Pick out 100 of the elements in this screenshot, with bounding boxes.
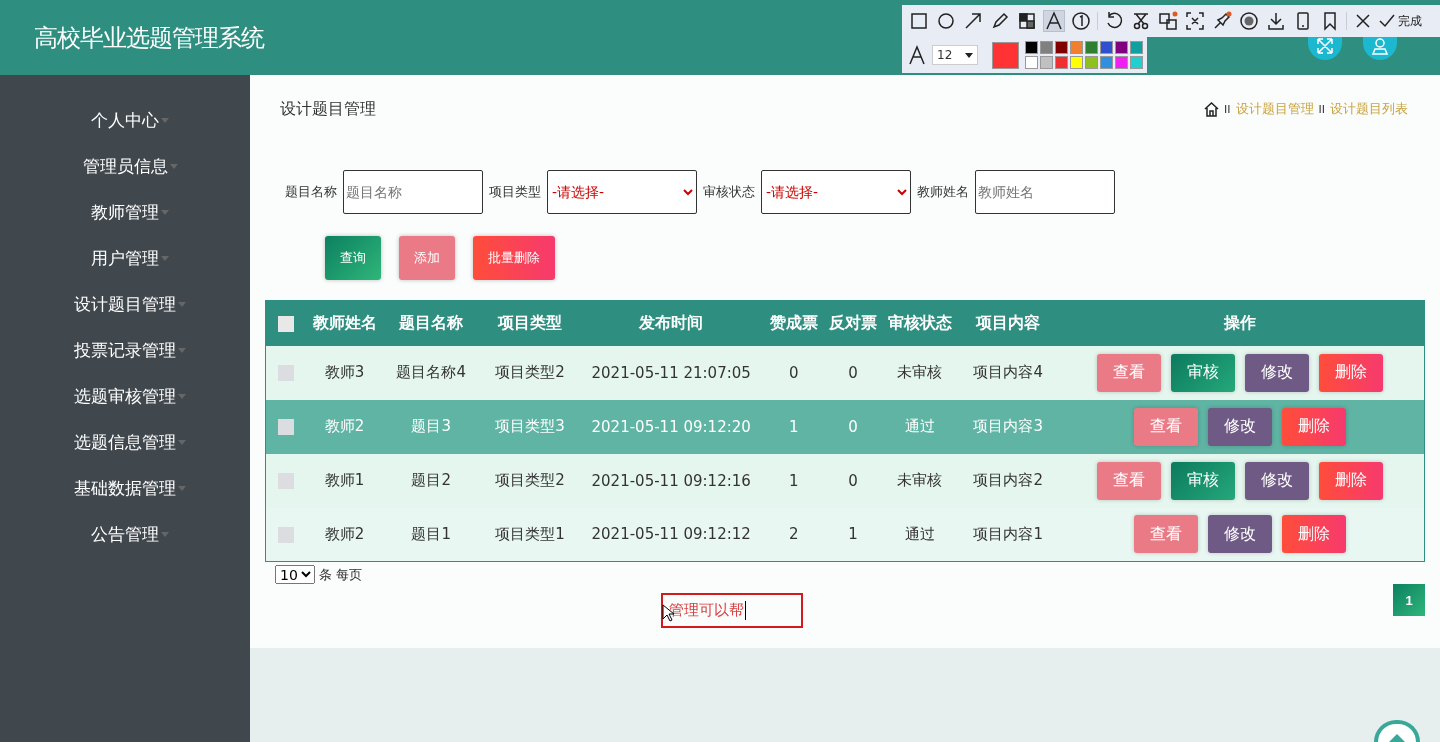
caret-icon: [178, 485, 186, 491]
row-checkbox[interactable]: [277, 473, 294, 489]
font-size-select[interactable]: 12: [932, 45, 978, 65]
column-header: 发布时间: [581, 300, 762, 346]
table-cell: 0: [826, 345, 880, 400]
caret-icon: [161, 209, 169, 215]
page-button[interactable]: 1: [1393, 584, 1425, 616]
table-cell: 教师2: [305, 507, 384, 562]
toolbar-button[interactable]: [1016, 10, 1038, 32]
color-swatch[interactable]: [1085, 56, 1098, 69]
delete-button[interactable]: 删除: [1282, 515, 1347, 554]
color-swatch[interactable]: [1055, 41, 1068, 54]
color-swatch[interactable]: [1130, 56, 1143, 69]
color-swatch[interactable]: [1055, 56, 1068, 69]
toolbar-button[interactable]: [1265, 10, 1287, 32]
table-cell: 项目类型1: [478, 507, 581, 562]
sidebar-item[interactable]: 设计题目管理: [0, 281, 250, 327]
sidebar-item[interactable]: 教师管理: [0, 189, 250, 235]
table-cell: 1: [826, 507, 880, 562]
select-all-checkbox[interactable]: [277, 316, 294, 333]
color-swatch[interactable]: [1070, 56, 1083, 69]
color-swatch[interactable]: [1085, 41, 1098, 54]
column-header: 项目内容: [959, 300, 1057, 346]
font-icon: [908, 45, 926, 65]
table-cell: 教师3: [305, 345, 384, 400]
caret-icon: [178, 301, 186, 307]
toolbar-button[interactable]: [1043, 10, 1065, 32]
toolbar-button[interactable]: [1238, 10, 1260, 32]
delete-button[interactable]: 删除: [1319, 461, 1384, 500]
color-swatch[interactable]: [1040, 56, 1053, 69]
color-swatch[interactable]: [1025, 41, 1038, 54]
sidebar-item[interactable]: 管理员信息: [0, 143, 250, 189]
table-cell: 项目类型3: [478, 399, 581, 454]
home-icon[interactable]: [1204, 101, 1219, 117]
caret-icon: [965, 52, 973, 58]
user-button[interactable]: [1363, 37, 1397, 60]
breadcrumb-separator: II: [1224, 102, 1231, 116]
sidebar-item[interactable]: 基础数据管理: [0, 465, 250, 511]
color-swatch[interactable]: [1130, 41, 1143, 54]
page-size-select[interactable]: 10: [275, 565, 315, 584]
toolbar-button[interactable]: [935, 10, 957, 32]
color-swatch[interactable]: [1070, 41, 1083, 54]
table-cell: 项目内容4: [959, 345, 1057, 400]
color-swatch[interactable]: [1115, 41, 1128, 54]
select-field[interactable]: -请选择-: [761, 170, 911, 214]
circle-icon: [936, 11, 956, 31]
color-swatch[interactable]: [1100, 41, 1113, 54]
sidebar-item[interactable]: 用户管理: [0, 235, 250, 281]
color-swatch[interactable]: [1100, 56, 1113, 69]
toolbar-button[interactable]: [1157, 10, 1179, 32]
page-size-label: 条 每页: [319, 565, 363, 584]
sidebar-item[interactable]: 个人中心: [0, 97, 250, 143]
batch-delete-button[interactable]: 批量删除: [473, 236, 555, 280]
caret-icon: [161, 255, 169, 261]
review-button[interactable]: 审核: [1171, 353, 1236, 392]
undo-icon: [1104, 11, 1124, 31]
toolbar-button[interactable]: [1184, 10, 1206, 32]
download-icon: [1266, 11, 1286, 31]
app-title: 高校毕业选题管理系统: [34, 22, 264, 54]
table-cell: 0: [826, 453, 880, 508]
row-checkbox[interactable]: [277, 419, 294, 435]
row-checkbox[interactable]: [277, 526, 294, 543]
edit-button[interactable]: 修改: [1208, 407, 1273, 446]
edit-button[interactable]: 修改: [1208, 515, 1273, 554]
query-button[interactable]: 查询: [325, 236, 381, 280]
fullscreen-button[interactable]: [1308, 37, 1342, 60]
edit-button[interactable]: 修改: [1245, 353, 1310, 392]
current-color-swatch[interactable]: [992, 41, 1019, 69]
sidebar-item[interactable]: 选题审核管理: [0, 373, 250, 419]
table-cell: 1: [761, 453, 827, 508]
check-icon: [1379, 14, 1395, 28]
sidebar-item[interactable]: 投票记录管理: [0, 327, 250, 373]
delete-button[interactable]: 删除: [1282, 407, 1347, 446]
search-field[interactable]: 教师姓名: [975, 170, 1115, 214]
sidebar-item[interactable]: 选题信息管理: [0, 419, 250, 465]
color-swatch[interactable]: [1025, 56, 1038, 69]
color-swatch[interactable]: [1040, 41, 1053, 54]
review-button[interactable]: 审核: [1171, 461, 1236, 500]
column-header: 反对票: [826, 300, 880, 346]
toolbar-button[interactable]: [1070, 10, 1092, 32]
page-title: 设计题目管理: [280, 98, 376, 120]
text-tool-icon: [1044, 11, 1064, 31]
column-header: 项目类型: [478, 300, 581, 346]
row-checkbox[interactable]: [277, 365, 294, 381]
color-swatch[interactable]: [1115, 56, 1128, 69]
table-cell: 题目名称4: [383, 345, 479, 400]
mosaic-icon: [1017, 11, 1037, 31]
field-label: 审核状态: [703, 183, 755, 201]
delete-button[interactable]: 删除: [1319, 353, 1384, 392]
caret-icon: [178, 347, 186, 353]
edit-button[interactable]: 修改: [1245, 461, 1310, 500]
done-button[interactable]: 完成: [1379, 12, 1422, 30]
pencil-icon: [990, 11, 1010, 31]
select-field[interactable]: -请选择-: [547, 170, 697, 214]
sidebar-item[interactable]: 公告管理: [0, 511, 250, 557]
column-header: 审核状态: [879, 300, 960, 346]
translate-icon: [1158, 11, 1178, 31]
search-field[interactable]: 题目名称: [343, 170, 483, 214]
table-cell: 2021-05-11 21:07:05: [581, 345, 762, 400]
toolbar-button[interactable]: [908, 10, 930, 32]
